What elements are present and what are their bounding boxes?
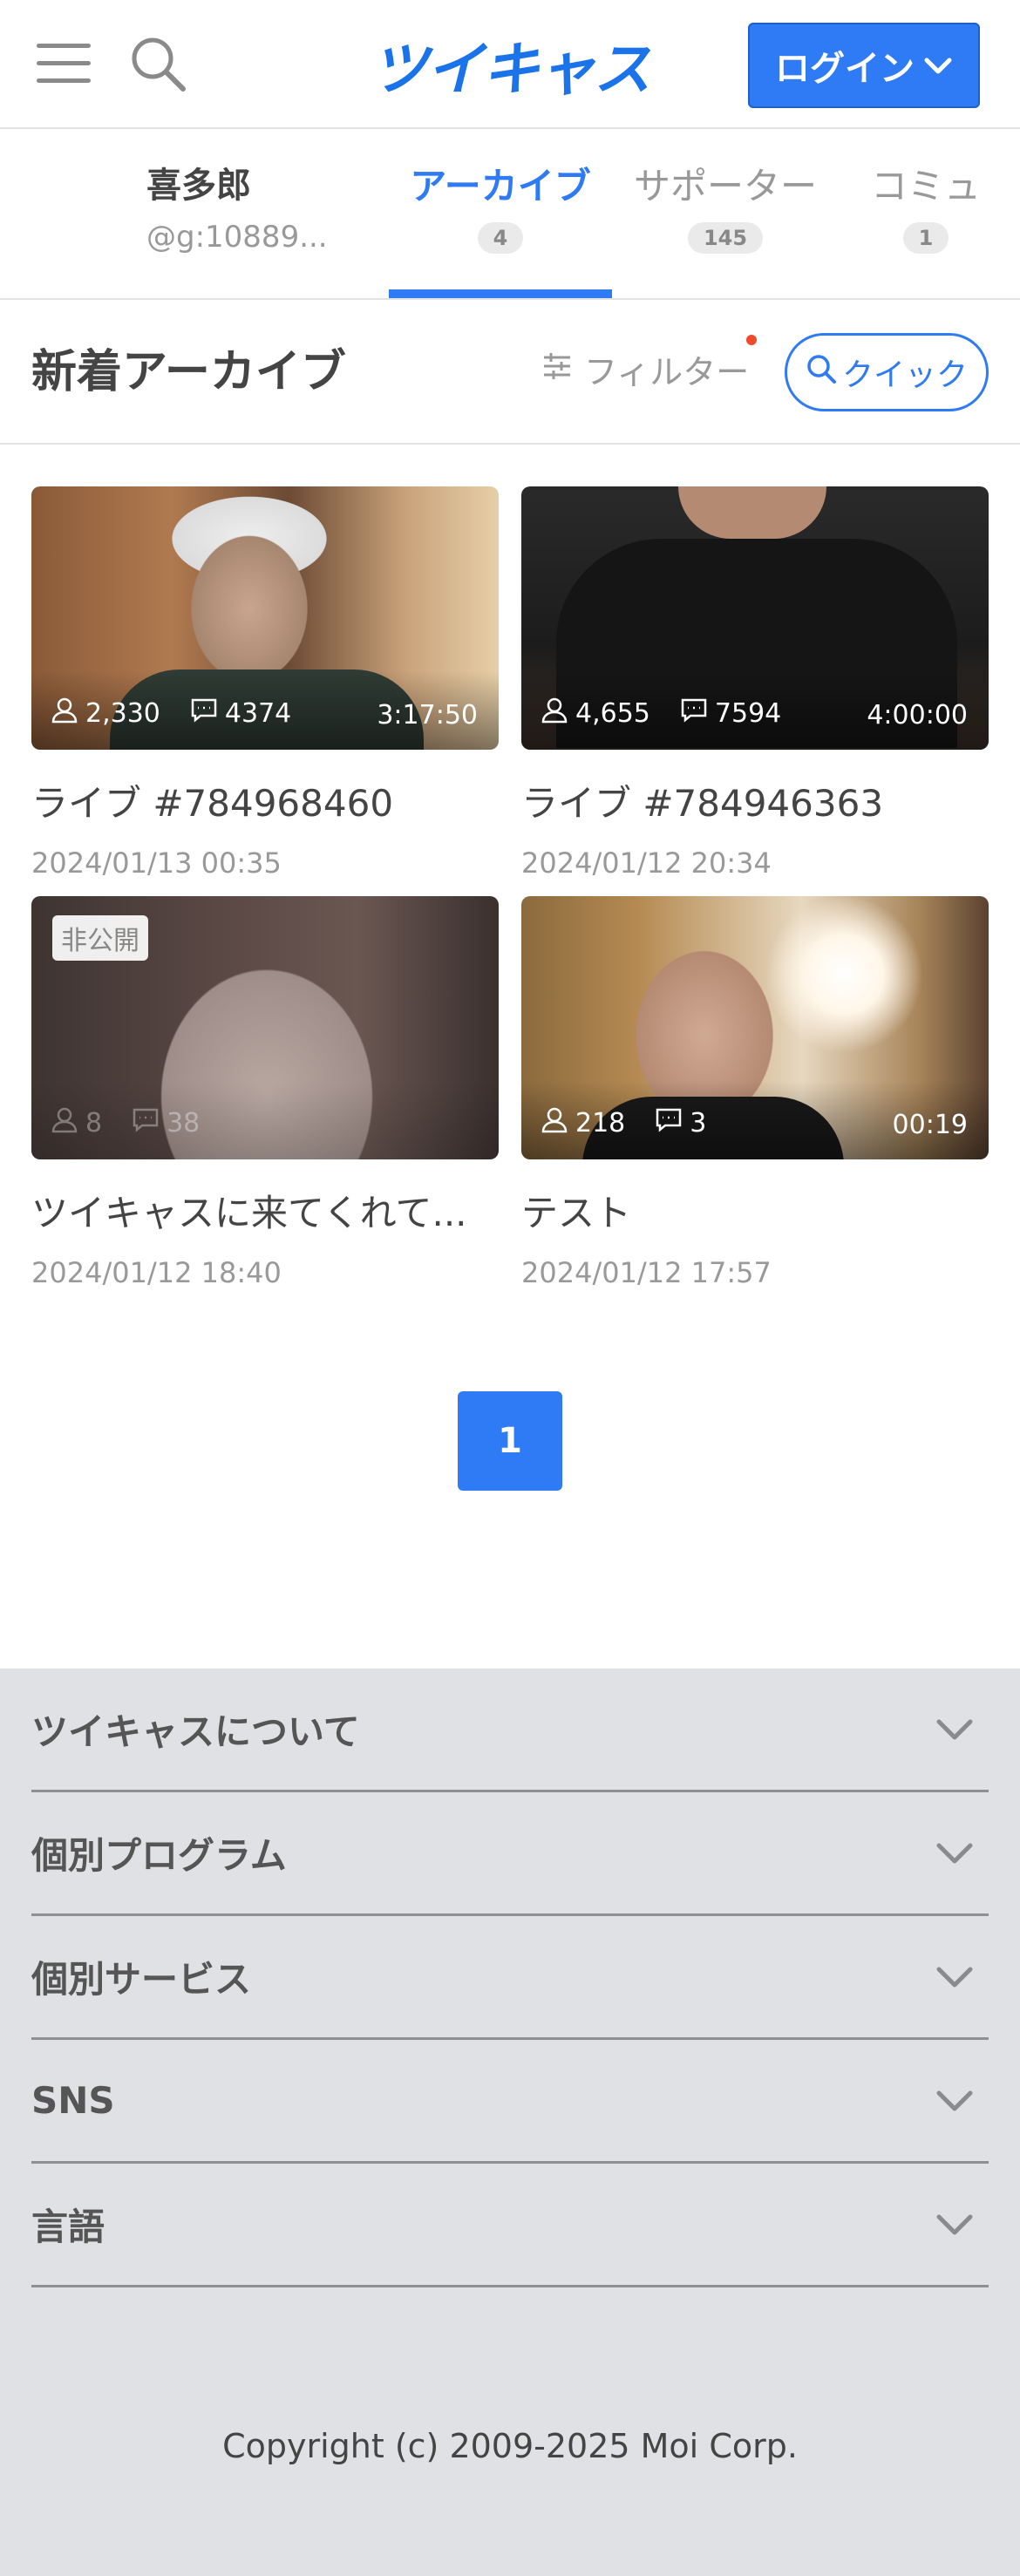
chevron-down-icon — [933, 1832, 976, 1875]
profile-name: 喜多郎 — [146, 166, 251, 206]
viewer-icon — [51, 1105, 78, 1140]
accordion-label: SNS — [31, 2079, 115, 2122]
accordion-label: 個別プログラム — [31, 1834, 287, 1877]
viewer-count: 2,330 — [85, 697, 160, 729]
viewer-icon — [541, 696, 568, 731]
accordion-label: 個別サービス — [31, 1958, 252, 2001]
search-icon[interactable] — [129, 35, 187, 92]
footer: ツイキャスについて 個別プログラム 個別サービス SNS 言語 Copyrigh… — [0, 1669, 1020, 2576]
tab-archive[interactable]: アーカイブ 4 — [389, 157, 612, 254]
footer-accordion-sns[interactable]: SNS — [31, 2040, 989, 2164]
archive-card[interactable]: 非公開 8 38 ツイキャスに来てくれて... 2024/01/12 18:40 — [31, 896, 499, 1289]
comment-icon — [655, 1105, 683, 1140]
tab-count-badge: 4 — [477, 222, 524, 254]
section-header: 新着アーカイブ フィルター クイック — [0, 300, 1020, 445]
login-label: ログイン — [775, 49, 915, 89]
video-duration: 00:19 — [892, 1110, 968, 1140]
tab-count-badge: 1 — [902, 222, 949, 254]
active-tab-indicator — [389, 289, 612, 298]
comment-count: 4374 — [224, 697, 292, 729]
video-duration: 3:17:50 — [377, 700, 478, 731]
chevron-down-icon — [923, 45, 953, 85]
archive-card[interactable]: 4,655 7594 4:00:00 ライブ #784946363 2024/0… — [521, 486, 989, 880]
archive-date: 2024/01/12 20:34 — [521, 846, 772, 880]
filter-icon — [542, 350, 572, 389]
archive-card[interactable]: 218 3 00:19 テスト 2024/01/12 17:57 — [521, 896, 989, 1289]
tab-count-badge: 145 — [687, 222, 764, 254]
private-badge: 非公開 — [52, 915, 148, 961]
chevron-down-icon — [933, 1955, 976, 1999]
archive-date: 2024/01/13 00:35 — [31, 846, 282, 880]
profile-info[interactable]: 喜多郎 @g:10889... — [146, 157, 364, 255]
chevron-down-icon — [933, 1708, 976, 1751]
archive-date: 2024/01/12 18:40 — [31, 1256, 282, 1289]
chevron-down-icon — [933, 2203, 976, 2246]
quick-label: クイック — [841, 357, 968, 393]
hamburger-menu-icon[interactable] — [37, 42, 92, 85]
footer-accordion-about[interactable]: ツイキャスについて — [31, 1669, 989, 1792]
profile-id: @g:10889... — [146, 220, 328, 255]
archive-date: 2024/01/12 17:57 — [521, 1256, 772, 1289]
filter-label: フィルター — [584, 353, 750, 391]
comment-icon — [132, 1105, 160, 1140]
footer-accordion-programs[interactable]: 個別プログラム — [31, 1792, 989, 1916]
filter-notification-dot — [746, 335, 757, 345]
login-button[interactable]: ログイン — [748, 23, 980, 108]
profile-tabs: 喜多郎 @g:10889... アーカイブ 4 サポーター 145 コミュ 1 — [0, 131, 1020, 300]
tab-supporters[interactable]: サポーター 145 — [629, 157, 821, 254]
archive-card[interactable]: 2,330 4374 3:17:50 ライブ #784968460 2024/0… — [31, 486, 499, 880]
tab-label: アーカイブ — [410, 165, 591, 207]
pagination-page-1[interactable]: 1 — [458, 1391, 562, 1491]
archive-thumbnail[interactable]: 4,655 7594 4:00:00 — [521, 486, 989, 750]
tab-label: サポーター — [633, 165, 817, 207]
viewer-icon — [541, 1105, 568, 1140]
search-icon — [806, 353, 837, 392]
copyright-text: Copyright (c) 2009-2025 Moi Corp. — [222, 2427, 798, 2465]
viewer-count: 4,655 — [575, 697, 650, 729]
archive-title[interactable]: ツイキャスに来てくれて... — [31, 1184, 499, 1237]
tab-label: コミュ — [870, 165, 981, 207]
footer-accordion-language[interactable]: 言語 — [31, 2164, 989, 2287]
viewer-count: 218 — [575, 1107, 626, 1138]
archive-thumbnail[interactable]: 218 3 00:19 — [521, 896, 989, 1159]
twitcasting-logo[interactable]: ツイキャス — [366, 31, 654, 103]
comment-count: 3 — [690, 1107, 707, 1138]
tab-community[interactable]: コミュ 1 — [856, 157, 996, 254]
comment-count: 38 — [167, 1107, 201, 1138]
archive-title[interactable]: ライブ #784946363 — [521, 774, 989, 827]
quick-button[interactable]: クイック — [785, 333, 989, 411]
top-header: ツイキャス ログイン — [0, 0, 1020, 129]
accordion-label: ツイキャスについて — [31, 1710, 360, 1753]
comment-icon — [190, 696, 218, 731]
video-duration: 4:00:00 — [867, 700, 968, 731]
viewer-icon — [51, 696, 78, 731]
archive-thumbnail[interactable]: 非公開 8 38 — [31, 896, 499, 1159]
accordion-label: 言語 — [31, 2206, 105, 2248]
section-title: 新着アーカイブ — [31, 346, 346, 398]
comment-icon — [680, 696, 708, 731]
archive-thumbnail[interactable]: 2,330 4374 3:17:50 — [31, 486, 499, 750]
viewer-count: 8 — [85, 1107, 103, 1138]
chevron-down-icon — [933, 2079, 976, 2123]
archive-title[interactable]: テスト — [521, 1184, 989, 1237]
footer-accordion-services[interactable]: 個別サービス — [31, 1916, 989, 2040]
comment-count: 7594 — [714, 697, 782, 729]
archive-title[interactable]: ライブ #784968460 — [31, 774, 499, 827]
filter-button[interactable]: フィルター — [542, 345, 749, 393]
